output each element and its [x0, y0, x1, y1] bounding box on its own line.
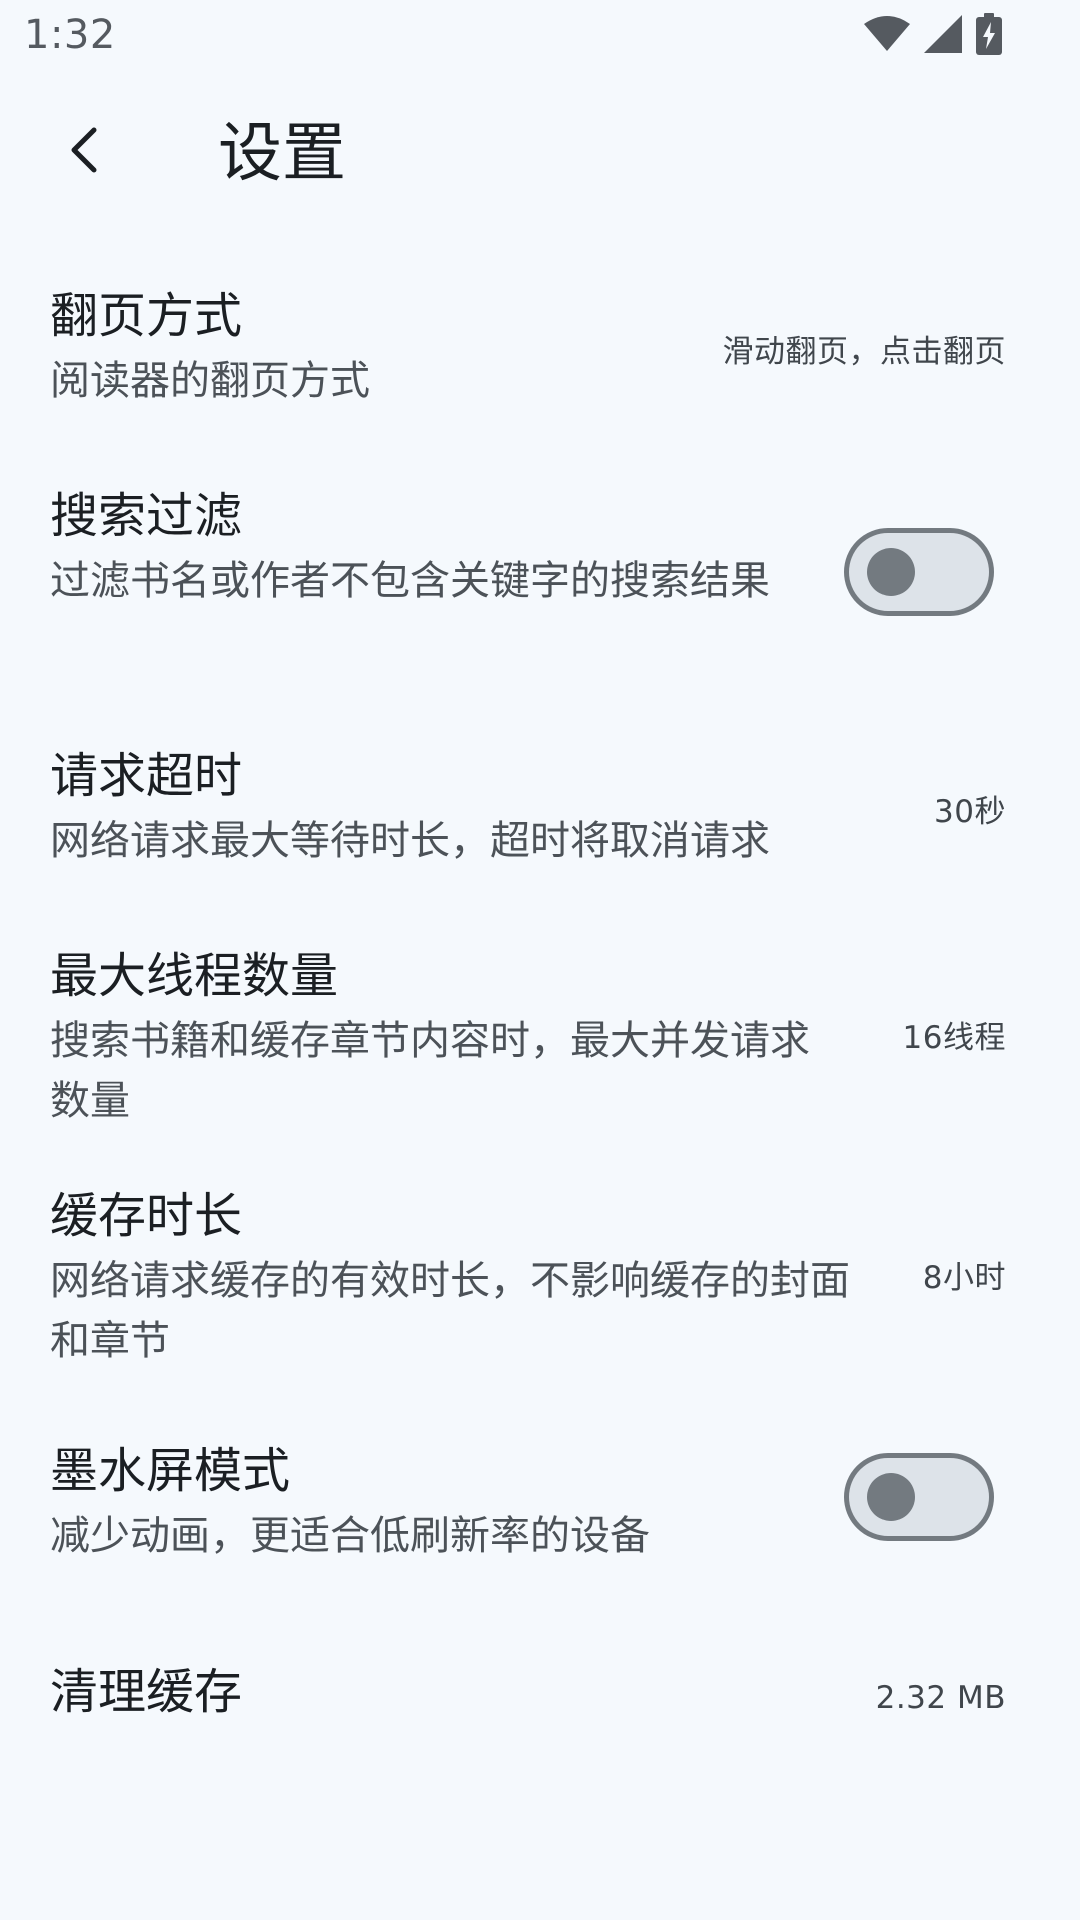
setting-value: 30秒: [934, 794, 1006, 830]
setting-desc: 网络请求缓存的有效时长，不影响缓存的封面和章节: [50, 1257, 850, 1364]
cell-signal-icon: [924, 15, 962, 53]
setting-eink-mode[interactable]: 墨水屏模式 减少动画，更适合低刷新率的设备: [0, 1425, 1080, 1575]
setting-title: 清理缓存: [50, 1664, 243, 1720]
wifi-icon: [864, 16, 910, 52]
back-arrow-icon: [64, 124, 104, 180]
status-icons: [864, 12, 1002, 56]
setting-title: 搜索过滤: [50, 488, 243, 544]
setting-request-timeout[interactable]: 请求超时 网络请求最大等待时长，超时将取消请求 30秒: [0, 730, 1080, 880]
switch-knob: [867, 1473, 915, 1521]
setting-value: 2.32 MB: [875, 1680, 1006, 1716]
setting-desc: 搜索书籍和缓存章节内容时，最大并发请求数量: [50, 1017, 810, 1124]
setting-desc: 网络请求最大等待时长，超时将取消请求: [50, 817, 770, 864]
setting-desc: 阅读器的翻页方式: [50, 357, 370, 404]
setting-title: 翻页方式: [50, 288, 243, 344]
setting-title: 缓存时长: [50, 1188, 243, 1244]
setting-max-threads[interactable]: 最大线程数量 搜索书籍和缓存章节内容时，最大并发请求数量 16线程: [0, 930, 1080, 1130]
setting-value: 滑动翻页，点击翻页: [722, 334, 1006, 370]
setting-page-turn-mode[interactable]: 翻页方式 阅读器的翻页方式 滑动翻页，点击翻页: [0, 270, 1080, 420]
status-time: 1:32: [24, 12, 116, 58]
search-filter-switch[interactable]: [844, 528, 994, 616]
setting-title: 最大线程数量: [50, 948, 339, 1004]
setting-value: 8小时: [922, 1260, 1006, 1296]
page-title: 设置: [218, 117, 346, 191]
battery-charging-icon: [976, 13, 1002, 55]
setting-cache-duration[interactable]: 缓存时长 网络请求缓存的有效时长，不影响缓存的封面和章节 8小时: [0, 1170, 1080, 1370]
setting-title: 请求超时: [50, 748, 243, 804]
setting-search-filter[interactable]: 搜索过滤 过滤书名或作者不包含关键字的搜索结果: [0, 470, 1080, 670]
setting-desc: 过滤书名或作者不包含关键字的搜索结果: [50, 557, 770, 604]
back-button[interactable]: [46, 114, 122, 190]
setting-value: 16线程: [902, 1020, 1006, 1056]
setting-desc: 减少动画，更适合低刷新率的设备: [50, 1512, 650, 1559]
status-bar: 1:32: [0, 0, 1080, 72]
top-app-bar: 设置: [0, 100, 1080, 220]
switch-knob: [867, 548, 915, 596]
setting-title: 墨水屏模式: [50, 1443, 291, 1499]
setting-clear-cache[interactable]: 清理缓存 2.32 MB: [0, 1640, 1080, 1750]
eink-mode-switch[interactable]: [844, 1453, 994, 1541]
